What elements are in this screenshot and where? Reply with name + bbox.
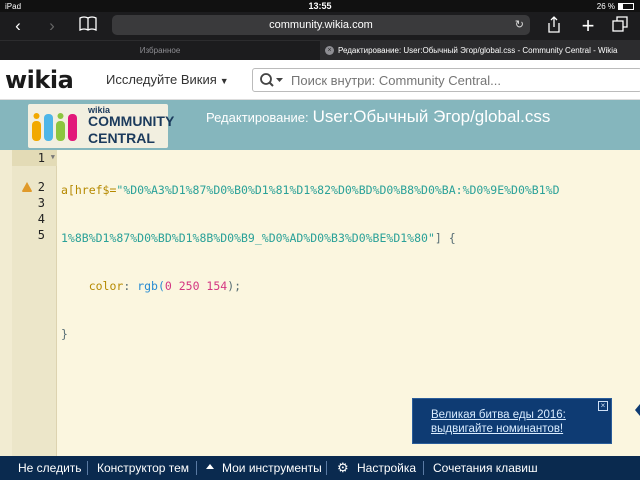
line-number: 2 <box>37 180 45 194</box>
unfollow-link[interactable]: Не следить <box>18 461 82 475</box>
line-number: 1 <box>37 151 45 165</box>
explore-wikia-menu[interactable]: Исследуйте Викия ▼ <box>106 72 229 87</box>
warning-icon[interactable] <box>22 183 32 192</box>
gutter-line: 4 <box>12 211 57 227</box>
url-text: community.wikia.com <box>269 19 373 31</box>
code-line: 1%8B%D1%87%D0%BD%D1%8B%D0%B9_%D0%AD%D0%B… <box>61 230 636 246</box>
explore-label: Исследуйте Викия <box>106 72 217 87</box>
logo-central-text: CENTRAL <box>88 130 155 146</box>
notification-popup: Великая битва еды 2016: выдвигайте номин… <box>412 398 612 444</box>
code-punct: : <box>123 279 138 293</box>
toolbar-divider <box>423 461 424 475</box>
safari-toolbar: ‹ › community.wikia.com ↻ + <box>0 12 640 40</box>
safari-tabs-bar: Избранное × Редактирование: User:Обычный… <box>0 40 640 61</box>
code-content[interactable]: a[href$="%D0%A3%D1%87%D0%B0%D1%81%D1%82%… <box>61 150 636 374</box>
code-selector: a[href$= <box>61 183 117 197</box>
line-number: 3 <box>37 196 45 210</box>
code-line: } <box>61 326 636 342</box>
share-icon[interactable] <box>544 16 564 36</box>
tab-favorites[interactable]: Избранное <box>0 41 320 61</box>
keyboard-shortcuts-link[interactable]: Сочетания клавиш <box>433 461 538 475</box>
tab-active[interactable]: × Редактирование: User:Обычный Эгор/glob… <box>320 41 640 61</box>
tab-title: Редактирование: User:Обычный Эгор/global… <box>338 46 618 55</box>
chevron-up-icon <box>206 464 214 469</box>
line-gutter: 1 ▼ 2 3 4 5 <box>12 150 57 456</box>
search-input[interactable] <box>291 71 631 89</box>
tab-close-icon[interactable]: × <box>325 46 334 55</box>
bookmarks-icon[interactable] <box>78 16 98 36</box>
notification-link[interactable]: Великая битва еды 2016: выдвигайте номин… <box>431 408 601 436</box>
gutter-line: 3 <box>12 195 57 211</box>
wikia-global-header: wikia Исследуйте Викия ▼ <box>0 60 640 100</box>
code-string: 1%8B%D1%87%D0%BD%D1%8B%D0%B9_%D0%AD%D0%B… <box>61 231 435 245</box>
settings-link[interactable]: Настройка <box>357 461 416 475</box>
code-string: "%D0%A3%D1%87%D0%B0%D1%81%D1%82%D0%BD%D0… <box>116 183 560 197</box>
code-function: rgb( <box>137 279 165 293</box>
gutter-line: 1 ▼ <box>12 150 57 166</box>
gutter-line: 2 <box>12 179 57 195</box>
side-tab-arrow-icon[interactable] <box>635 404 640 416</box>
address-bar[interactable]: community.wikia.com ↻ <box>112 15 530 35</box>
code-line: color: rgb(0 250 154); <box>61 278 636 294</box>
logo-community-text: COMMUNITY <box>88 113 175 129</box>
battery-status: 26 % <box>597 2 634 11</box>
theme-designer-link[interactable]: Конструктор тем <box>97 461 189 475</box>
editor-left-margin <box>0 150 12 456</box>
code-line: a[href$="%D0%A3%D1%87%D0%B0%D1%81%D1%82%… <box>61 182 636 198</box>
page-name: User:Обычный Эгор/global.css <box>312 107 551 126</box>
page-title: Редактирование: User:Обычный Эгор/global.… <box>206 107 550 127</box>
toolbar-divider <box>326 461 327 475</box>
line-number: 5 <box>37 228 45 242</box>
battery-percent: 26 % <box>596 2 615 11</box>
ios-status-bar: iPad 13:55 26 % <box>0 0 640 12</box>
line-number: 4 <box>37 212 45 226</box>
clock: 13:55 <box>308 1 332 11</box>
code-property: color <box>88 279 124 293</box>
code-punct: } <box>61 327 68 341</box>
title-prefix: Редактирование: <box>206 110 309 125</box>
new-tab-icon[interactable]: + <box>578 15 598 37</box>
gear-icon: ⚙ <box>337 460 349 475</box>
search-box <box>252 68 640 92</box>
wikia-logo[interactable]: wikia <box>5 66 74 94</box>
edit-page-header: wikia COMMUNITY CENTRAL Редактирование: U… <box>0 100 640 150</box>
tabs-icon[interactable] <box>610 16 630 36</box>
search-icon[interactable] <box>259 72 289 88</box>
code-punct: ); <box>227 279 242 293</box>
toolbar-divider <box>87 461 88 475</box>
community-bubbles-icon <box>32 113 77 141</box>
gutter-line: 5 <box>12 227 57 243</box>
reload-icon[interactable]: ↻ <box>515 15 524 35</box>
code-number: 0 250 154 <box>164 279 228 293</box>
wikia-bottom-toolbar: Не следить Конструктор тем Мои инструмен… <box>0 456 640 480</box>
close-icon[interactable]: × <box>598 401 608 411</box>
toolbar-divider <box>196 461 197 475</box>
code-punct: ] { <box>434 231 456 245</box>
fold-arrow-icon[interactable]: ▼ <box>51 150 55 164</box>
my-tools-menu[interactable]: Мои инструменты <box>222 461 322 475</box>
chevron-down-icon: ▼ <box>219 76 229 86</box>
community-central-logo[interactable]: wikia COMMUNITY CENTRAL <box>28 104 174 148</box>
back-icon[interactable]: ‹ <box>8 16 28 36</box>
battery-icon <box>618 3 634 10</box>
forward-icon[interactable]: › <box>42 16 62 36</box>
